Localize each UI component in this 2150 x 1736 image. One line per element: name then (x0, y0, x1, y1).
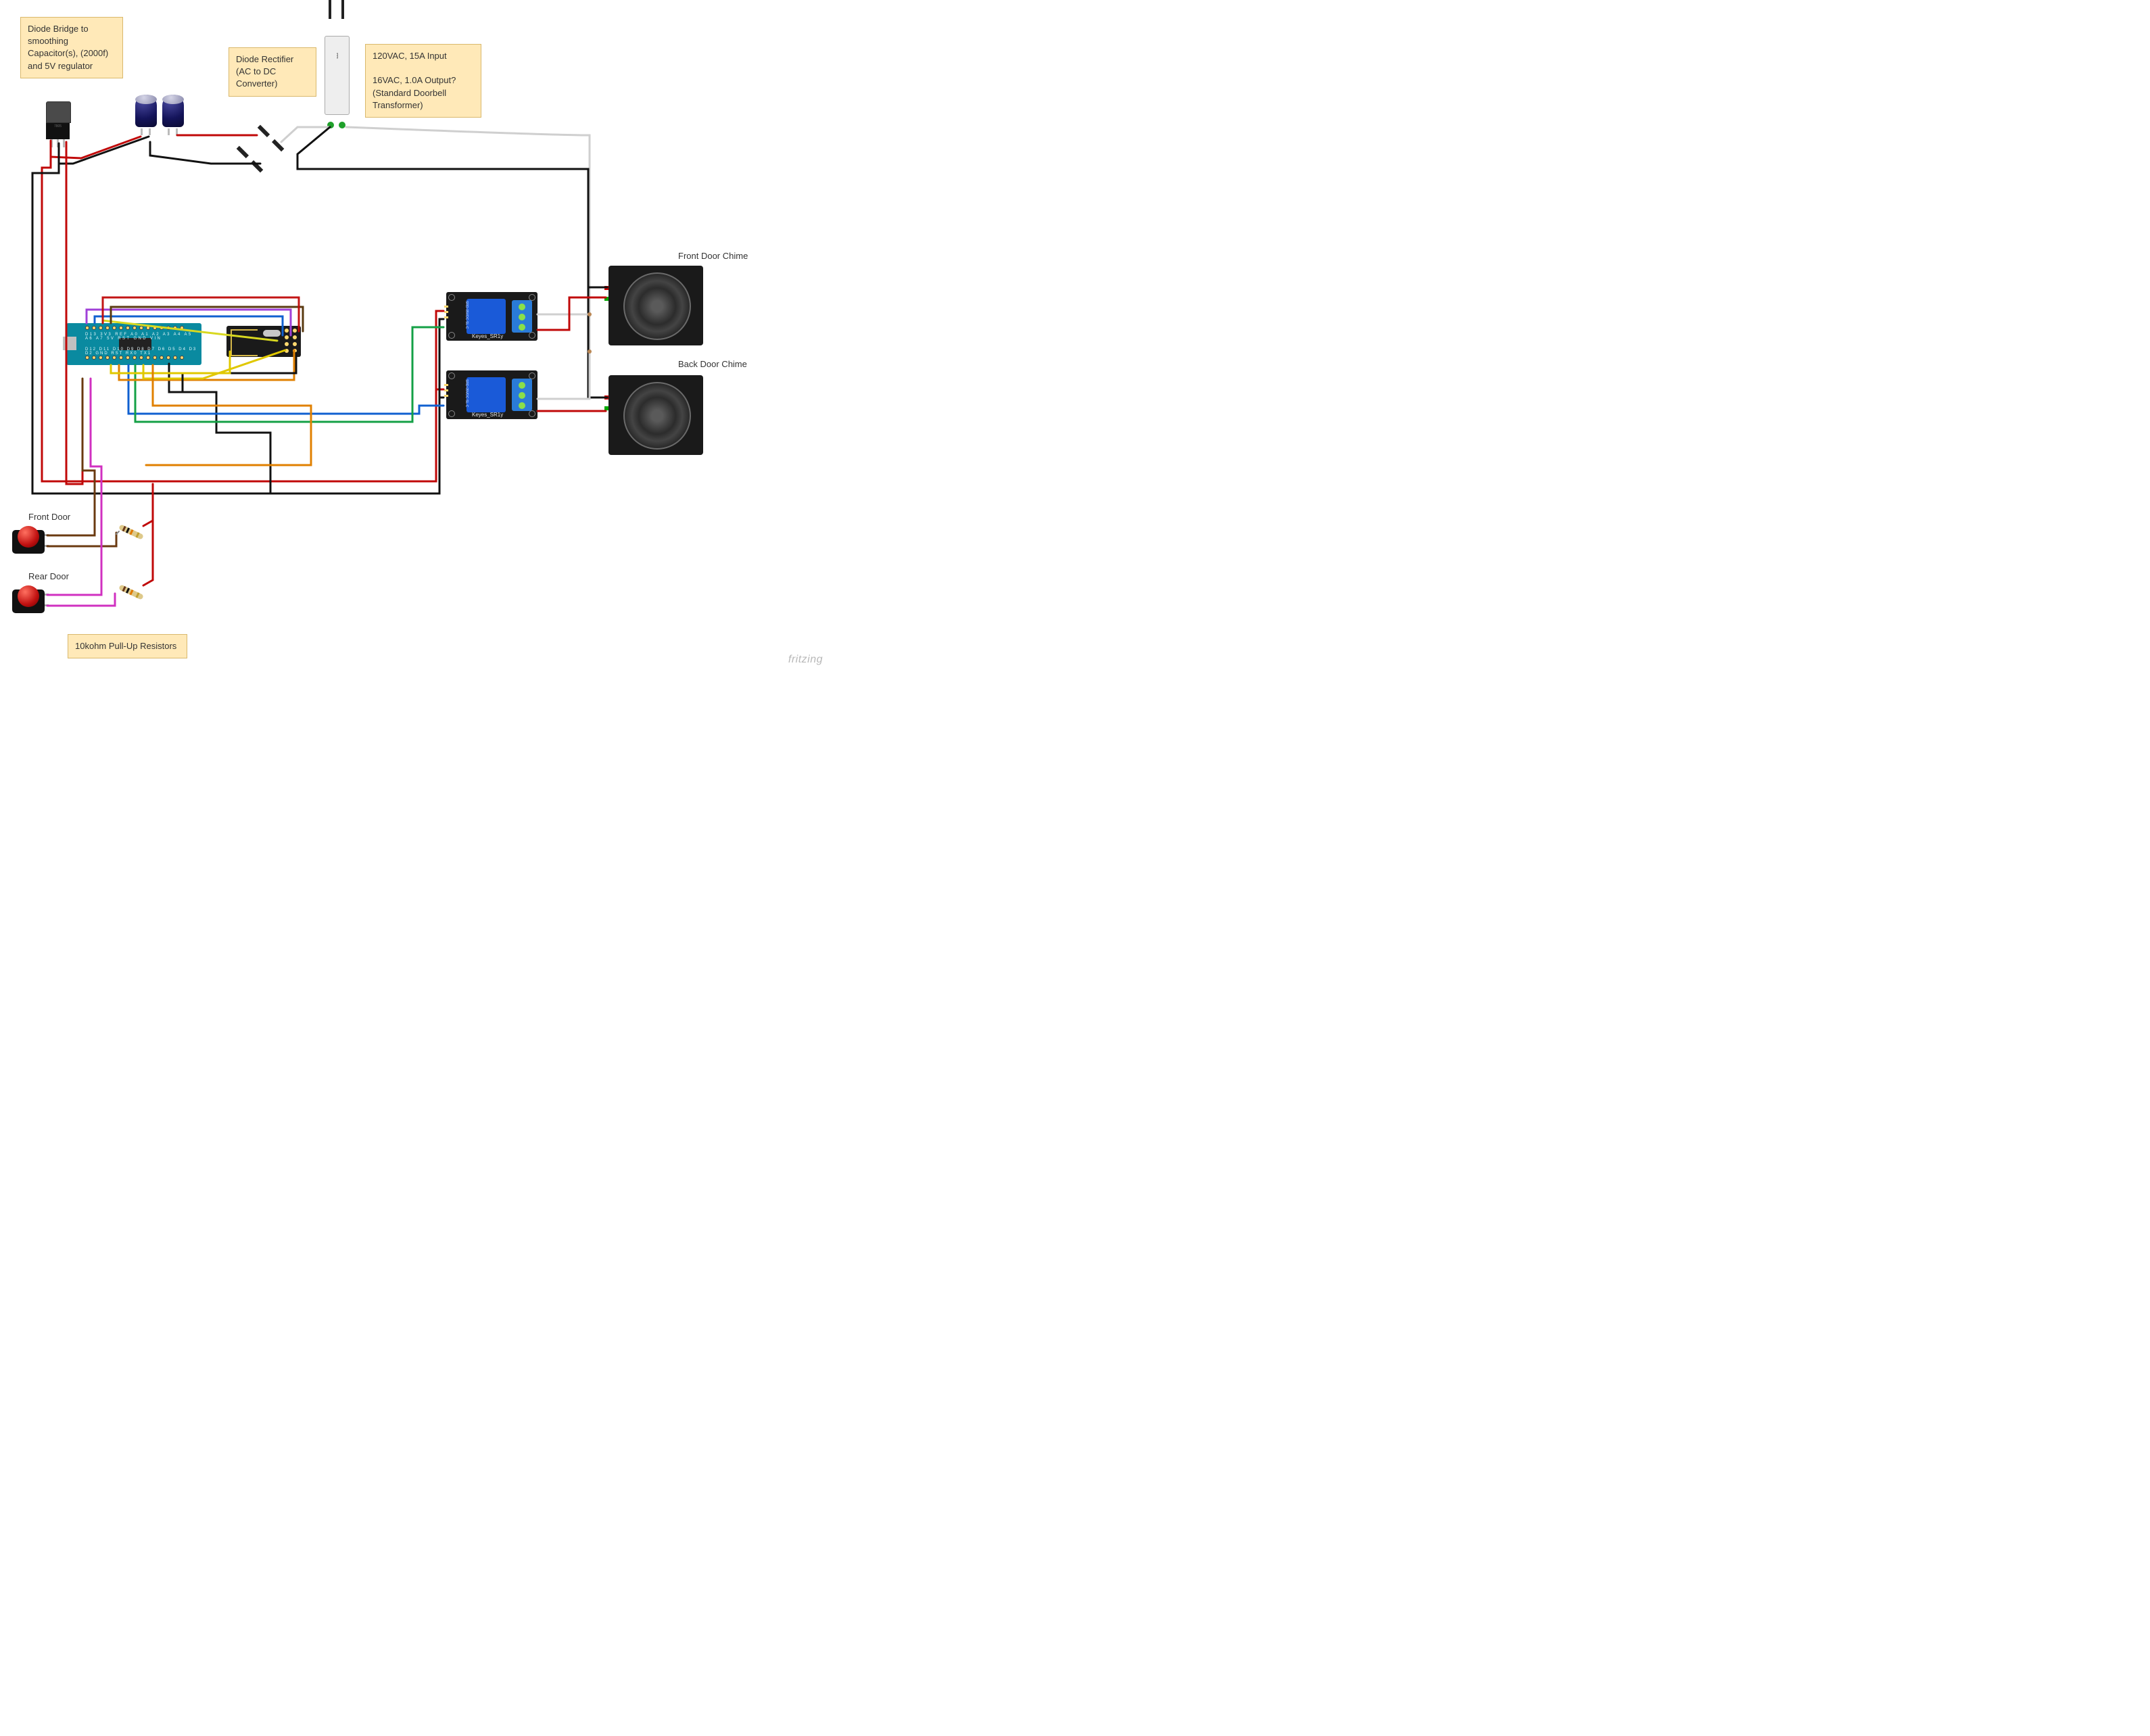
voltage-regulator: 7805 (46, 101, 70, 142)
breadboard-canvas: Diode Bridge to smoothing Capacitor(s), … (0, 0, 830, 670)
note-pullups: 10kohm Pull-Up Resistors (68, 634, 187, 658)
antenna-icon (231, 329, 258, 356)
label-rear-door: Rear Door (28, 571, 69, 581)
fritzing-watermark: fritzing (788, 654, 823, 666)
pullup-resistor-2 (118, 584, 144, 600)
relay-module-2: Keyes_SR1y (446, 370, 538, 419)
label-front-door: Front Door (28, 512, 70, 522)
usb-port-icon (63, 337, 76, 350)
note-transformer: 120VAC, 15A Input 16VAC, 1.0A Output? (S… (365, 44, 481, 118)
note-psu: Diode Bridge to smoothing Capacitor(s), … (20, 17, 123, 78)
arduino-nano: D13 3V3 REF A0 A1 A2 A3 A4 A5 A6 A7 5V R… (66, 323, 201, 365)
bridge-rectifier (237, 125, 285, 173)
label-back-chime: Back Door Chime (678, 359, 747, 369)
note-rectifier: Diode Rectifier (AC to DC Converter) (229, 47, 316, 97)
capacitor-2 (162, 95, 184, 135)
nrf24l01-radio (226, 326, 301, 357)
label-front-chime: Front Door Chime (678, 251, 748, 261)
doorbell-transformer: ⎓ (325, 17, 348, 132)
front-door-button[interactable] (12, 526, 45, 556)
pullup-resistor-1 (118, 524, 144, 539)
back-door-speaker (608, 375, 703, 455)
relay-module-1: Keyes_SR1y (446, 292, 538, 341)
front-door-speaker (608, 266, 703, 345)
rear-door-button[interactable] (12, 585, 45, 616)
capacitor-1 (135, 95, 157, 135)
